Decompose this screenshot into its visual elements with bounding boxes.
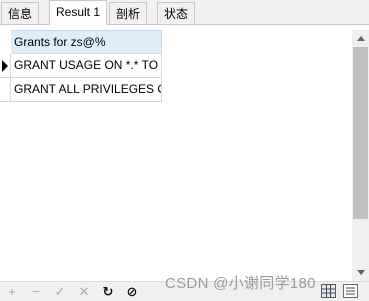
scroll-down-button[interactable] <box>352 264 369 281</box>
discard-changes-button[interactable]: ✕ <box>75 283 93 301</box>
grid-cell[interactable]: GRANT USAGE ON *.* TO <box>11 54 162 78</box>
form-view-button[interactable] <box>343 284 358 298</box>
grid-cell[interactable]: GRANT ALL PRIVILEGES O <box>11 78 162 102</box>
tab-result-1[interactable]: Result 1 <box>49 0 108 25</box>
result-tab-strip: 信息 Result 1 剖析 状态 <box>0 0 369 25</box>
form-view-icon <box>346 287 355 295</box>
row-indicator[interactable] <box>0 78 11 102</box>
row-indicator[interactable] <box>0 54 11 78</box>
chevron-down-icon <box>357 270 365 275</box>
tab-profile[interactable]: 剖析 <box>109 2 148 24</box>
add-record-button[interactable]: + <box>3 283 21 301</box>
tab-info-label: 信息 <box>8 7 33 21</box>
scroll-up-button[interactable] <box>352 30 369 47</box>
tab-profile-label: 剖析 <box>116 7 141 21</box>
apply-changes-button[interactable]: ✓ <box>51 283 69 301</box>
refresh-icon: ↻ <box>102 284 114 299</box>
delete-record-button[interactable]: − <box>27 283 45 301</box>
stop-icon: ⊘ <box>126 284 138 299</box>
stop-button[interactable]: ⊘ <box>123 283 141 301</box>
check-icon: ✓ <box>54 284 66 299</box>
grid-view-button[interactable] <box>321 284 336 298</box>
column-header-grants[interactable]: Grants for zs@% <box>11 30 162 54</box>
tab-status[interactable]: 状态 <box>157 2 196 24</box>
cross-icon: ✕ <box>78 284 90 299</box>
tab-status-label: 状态 <box>164 7 189 21</box>
chevron-up-icon <box>357 36 365 41</box>
refresh-button[interactable]: ↻ <box>99 283 117 301</box>
current-row-arrow-icon <box>2 60 8 72</box>
grid-view-icon <box>322 285 335 297</box>
vertical-scrollbar[interactable] <box>352 30 369 281</box>
csdn-watermark: CSDN @小谢同学180 <box>165 275 316 292</box>
scrollbar-thumb[interactable] <box>353 47 368 219</box>
minus-icon: − <box>32 284 40 299</box>
tab-result-1-label: Result 1 <box>56 5 101 19</box>
tab-info[interactable]: 信息 <box>1 2 40 24</box>
plus-icon: + <box>8 284 16 299</box>
